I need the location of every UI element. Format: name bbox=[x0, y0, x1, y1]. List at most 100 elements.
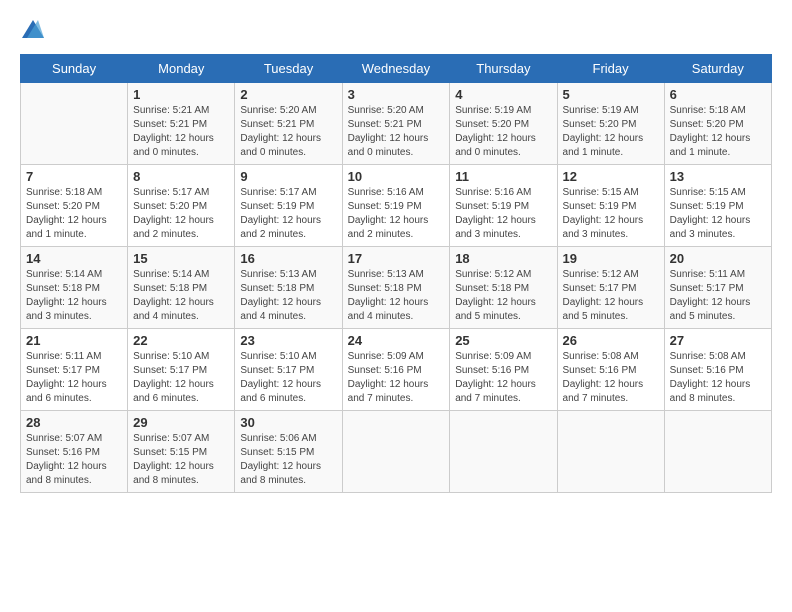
day-cell-9: 9 Sunrise: 5:17 AM Sunset: 5:19 PM Daylig… bbox=[235, 164, 342, 246]
page-header bbox=[20, 20, 772, 44]
day-cell-22: 22 Sunrise: 5:10 AM Sunset: 5:17 PM Dayli… bbox=[128, 328, 235, 410]
day-number: 30 bbox=[240, 415, 336, 430]
day-info: Sunrise: 5:14 AM Sunset: 5:18 PM Dayligh… bbox=[133, 268, 229, 324]
empty-cell bbox=[21, 82, 128, 164]
day-info: Sunrise: 5:20 AM Sunset: 5:21 PM Dayligh… bbox=[240, 104, 336, 160]
day-info: Sunrise: 5:08 AM Sunset: 5:16 PM Dayligh… bbox=[563, 350, 659, 406]
day-info: Sunrise: 5:06 AM Sunset: 5:15 PM Dayligh… bbox=[240, 432, 336, 488]
day-cell-12: 12Sunrise: 5:15 AM Sunset: 5:19 PM Dayli… bbox=[557, 164, 664, 246]
day-cell-5: 5 Sunrise: 5:19 AM Sunset: 5:20 PM Daylig… bbox=[557, 82, 664, 164]
day-cell-29: 29 Sunrise: 5:07 AM Sunset: 5:15 PM Dayli… bbox=[128, 410, 235, 492]
day-info: Sunrise: 5:07 AM Sunset: 5:15 PM Dayligh… bbox=[133, 432, 229, 488]
day-number: 21 bbox=[26, 333, 122, 348]
logo-icon bbox=[22, 20, 44, 44]
day-cell-11: 11 Sunrise: 5:16 AM Sunset: 5:19 PM Dayli… bbox=[450, 164, 557, 246]
day-info: Sunrise: 5:07 AM Sunset: 5:16 PM Dayligh… bbox=[26, 432, 122, 488]
day-info: Sunrise: 5:10 AM Sunset: 5:17 PM Dayligh… bbox=[133, 350, 229, 406]
day-info: Sunrise: 5:19 AM Sunset: 5:20 PM Dayligh… bbox=[563, 104, 659, 160]
day-info: Sunrise: 5:18 AM Sunset: 5:20 PM Dayligh… bbox=[26, 186, 122, 242]
calendar-header: SundayMondayTuesdayWednesdayThursdayFrid… bbox=[21, 54, 772, 82]
day-number: 16 bbox=[240, 251, 336, 266]
day-cell-18: 18Sunrise: 5:12 AM Sunset: 5:18 PM Dayli… bbox=[450, 246, 557, 328]
day-info: Sunrise: 5:09 AM Sunset: 5:16 PM Dayligh… bbox=[348, 350, 445, 406]
day-cell-7: 7 Sunrise: 5:18 AM Sunset: 5:20 PM Daylig… bbox=[21, 164, 128, 246]
header-day-sunday: Sunday bbox=[21, 54, 128, 82]
week-row-1: 1 Sunrise: 5:21 AM Sunset: 5:21 PM Daylig… bbox=[21, 82, 772, 164]
day-number: 9 bbox=[240, 169, 336, 184]
day-cell-20: 20 Sunrise: 5:11 AM Sunset: 5:17 PM Dayli… bbox=[664, 246, 771, 328]
day-info: Sunrise: 5:17 AM Sunset: 5:20 PM Dayligh… bbox=[133, 186, 229, 242]
day-cell-14: 14 Sunrise: 5:14 AM Sunset: 5:18 PM Dayli… bbox=[21, 246, 128, 328]
day-number: 22 bbox=[133, 333, 229, 348]
day-cell-19: 19Sunrise: 5:12 AM Sunset: 5:17 PM Dayli… bbox=[557, 246, 664, 328]
day-number: 25 bbox=[455, 333, 551, 348]
day-number: 20 bbox=[670, 251, 766, 266]
day-info: Sunrise: 5:15 AM Sunset: 5:19 PM Dayligh… bbox=[670, 186, 766, 242]
day-info: Sunrise: 5:17 AM Sunset: 5:19 PM Dayligh… bbox=[240, 186, 336, 242]
day-cell-26: 26 Sunrise: 5:08 AM Sunset: 5:16 PM Dayli… bbox=[557, 328, 664, 410]
header-day-monday: Monday bbox=[128, 54, 235, 82]
day-cell-13: 13 Sunrise: 5:15 AM Sunset: 5:19 PM Dayli… bbox=[664, 164, 771, 246]
day-number: 29 bbox=[133, 415, 229, 430]
header-day-thursday: Thursday bbox=[450, 54, 557, 82]
empty-cell bbox=[450, 410, 557, 492]
day-cell-6: 6Sunrise: 5:18 AM Sunset: 5:20 PM Daylig… bbox=[664, 82, 771, 164]
day-cell-17: 17 Sunrise: 5:13 AM Sunset: 5:18 PM Dayli… bbox=[342, 246, 450, 328]
day-cell-15: 15 Sunrise: 5:14 AM Sunset: 5:18 PM Dayli… bbox=[128, 246, 235, 328]
day-number: 5 bbox=[563, 87, 659, 102]
day-number: 14 bbox=[26, 251, 122, 266]
week-row-3: 14 Sunrise: 5:14 AM Sunset: 5:18 PM Dayli… bbox=[21, 246, 772, 328]
header-day-saturday: Saturday bbox=[664, 54, 771, 82]
day-info: Sunrise: 5:13 AM Sunset: 5:18 PM Dayligh… bbox=[348, 268, 445, 324]
day-cell-8: 8 Sunrise: 5:17 AM Sunset: 5:20 PM Daylig… bbox=[128, 164, 235, 246]
day-cell-24: 24 Sunrise: 5:09 AM Sunset: 5:16 PM Dayli… bbox=[342, 328, 450, 410]
day-cell-30: 30 Sunrise: 5:06 AM Sunset: 5:15 PM Dayli… bbox=[235, 410, 342, 492]
empty-cell bbox=[664, 410, 771, 492]
day-number: 18 bbox=[455, 251, 551, 266]
empty-cell bbox=[557, 410, 664, 492]
day-info: Sunrise: 5:08 AM Sunset: 5:16 PM Dayligh… bbox=[670, 350, 766, 406]
day-info: Sunrise: 5:11 AM Sunset: 5:17 PM Dayligh… bbox=[26, 350, 122, 406]
day-number: 8 bbox=[133, 169, 229, 184]
day-cell-2: 2 Sunrise: 5:20 AM Sunset: 5:21 PM Daylig… bbox=[235, 82, 342, 164]
day-info: Sunrise: 5:19 AM Sunset: 5:20 PM Dayligh… bbox=[455, 104, 551, 160]
calendar-body: 1 Sunrise: 5:21 AM Sunset: 5:21 PM Daylig… bbox=[21, 82, 772, 492]
header-row: SundayMondayTuesdayWednesdayThursdayFrid… bbox=[21, 54, 772, 82]
day-info: Sunrise: 5:20 AM Sunset: 5:21 PM Dayligh… bbox=[348, 104, 445, 160]
header-day-friday: Friday bbox=[557, 54, 664, 82]
calendar-table: SundayMondayTuesdayWednesdayThursdayFrid… bbox=[20, 54, 772, 493]
day-cell-1: 1 Sunrise: 5:21 AM Sunset: 5:21 PM Daylig… bbox=[128, 82, 235, 164]
day-number: 13 bbox=[670, 169, 766, 184]
day-number: 24 bbox=[348, 333, 445, 348]
week-row-5: 28 Sunrise: 5:07 AM Sunset: 5:16 PM Dayli… bbox=[21, 410, 772, 492]
day-info: Sunrise: 5:18 AM Sunset: 5:20 PM Dayligh… bbox=[670, 104, 766, 160]
day-number: 19 bbox=[563, 251, 659, 266]
day-info: Sunrise: 5:16 AM Sunset: 5:19 PM Dayligh… bbox=[455, 186, 551, 242]
day-info: Sunrise: 5:21 AM Sunset: 5:21 PM Dayligh… bbox=[133, 104, 229, 160]
day-number: 23 bbox=[240, 333, 336, 348]
day-number: 7 bbox=[26, 169, 122, 184]
day-cell-3: 3 Sunrise: 5:20 AM Sunset: 5:21 PM Daylig… bbox=[342, 82, 450, 164]
day-number: 2 bbox=[240, 87, 336, 102]
day-number: 1 bbox=[133, 87, 229, 102]
header-day-wednesday: Wednesday bbox=[342, 54, 450, 82]
empty-cell bbox=[342, 410, 450, 492]
day-info: Sunrise: 5:16 AM Sunset: 5:19 PM Dayligh… bbox=[348, 186, 445, 242]
day-number: 15 bbox=[133, 251, 229, 266]
day-number: 27 bbox=[670, 333, 766, 348]
week-row-2: 7 Sunrise: 5:18 AM Sunset: 5:20 PM Daylig… bbox=[21, 164, 772, 246]
day-cell-23: 23Sunrise: 5:10 AM Sunset: 5:17 PM Dayli… bbox=[235, 328, 342, 410]
day-number: 28 bbox=[26, 415, 122, 430]
day-info: Sunrise: 5:11 AM Sunset: 5:17 PM Dayligh… bbox=[670, 268, 766, 324]
day-cell-27: 27 Sunrise: 5:08 AM Sunset: 5:16 PM Dayli… bbox=[664, 328, 771, 410]
day-number: 11 bbox=[455, 169, 551, 184]
day-info: Sunrise: 5:14 AM Sunset: 5:18 PM Dayligh… bbox=[26, 268, 122, 324]
logo bbox=[20, 20, 44, 44]
day-cell-21: 21 Sunrise: 5:11 AM Sunset: 5:17 PM Dayli… bbox=[21, 328, 128, 410]
week-row-4: 21 Sunrise: 5:11 AM Sunset: 5:17 PM Dayli… bbox=[21, 328, 772, 410]
day-number: 4 bbox=[455, 87, 551, 102]
day-number: 3 bbox=[348, 87, 445, 102]
day-number: 26 bbox=[563, 333, 659, 348]
day-info: Sunrise: 5:15 AM Sunset: 5:19 PM Dayligh… bbox=[563, 186, 659, 242]
day-number: 17 bbox=[348, 251, 445, 266]
